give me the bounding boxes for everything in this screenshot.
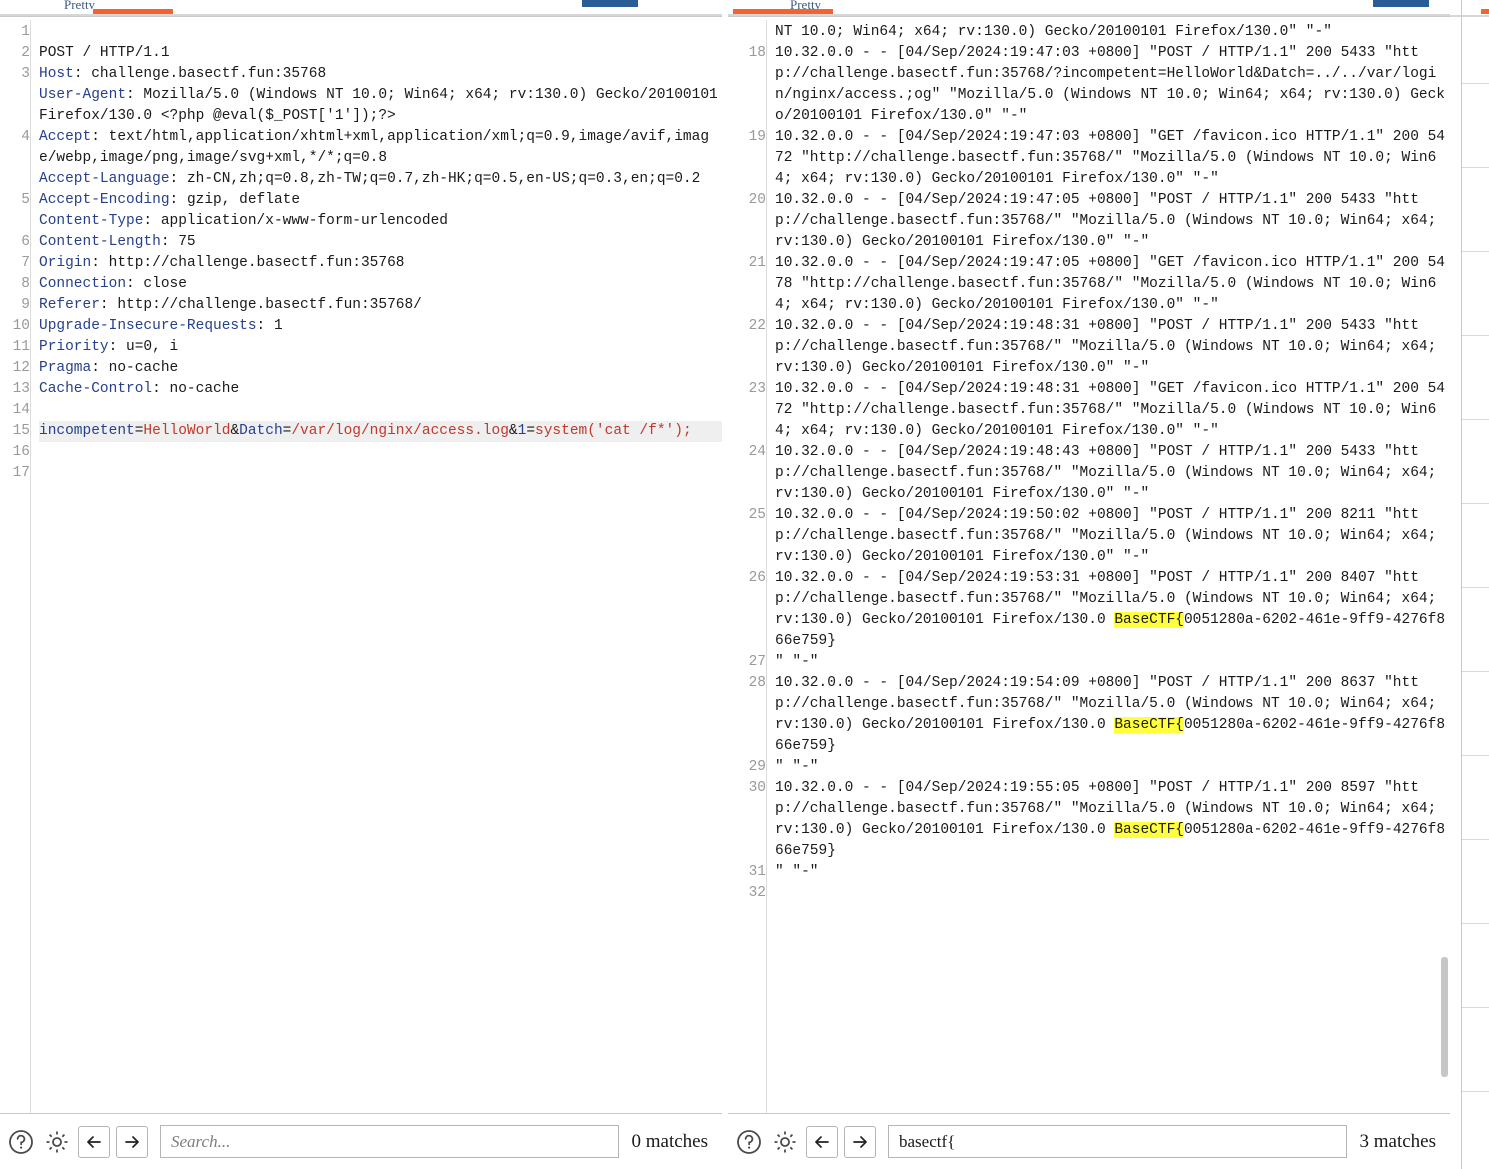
edge-row[interactable]	[1462, 252, 1489, 336]
left-toolbar: 0 matches	[0, 1113, 722, 1169]
req-line-15: Cache-Control: no-cache	[39, 379, 722, 400]
log-line: 10.32.0.0 - - [04/Sep/2024:19:48:43 +080…	[775, 442, 1450, 505]
question-circle-icon[interactable]	[734, 1127, 764, 1157]
left-search-input[interactable]	[169, 1131, 610, 1153]
right-editor[interactable]: 181920212223242526272829303132 NT 10.0; …	[728, 16, 1450, 1113]
req-line-4: Accept: text/html,application/xhtml+xml,…	[39, 127, 722, 169]
right-tab-label-sliver[interactable]: Pretty	[790, 0, 821, 9]
edge-row[interactable]	[1462, 840, 1489, 924]
gear-icon[interactable]	[42, 1127, 72, 1157]
req-line-3: User-Agent: Mozilla/5.0 (Windows NT 10.0…	[39, 85, 722, 127]
log-line: " "-"	[775, 862, 1450, 883]
log-line: NT 10.0; Win64; x64; rv:130.0) Gecko/201…	[775, 22, 1450, 43]
request-panel: Pretty 123 4 5 678910 1112131415 1617 PO…	[0, 0, 722, 1169]
edge-row[interactable]	[1462, 1008, 1489, 1092]
edge-row[interactable]	[1462, 756, 1489, 840]
gear-icon[interactable]	[770, 1127, 800, 1157]
flag-highlight: BaseCTF{	[1114, 612, 1184, 628]
req-line-11: Referer: http://challenge.basectf.fun:35…	[39, 295, 722, 316]
find-next-button[interactable]	[844, 1126, 876, 1158]
edge-row[interactable]	[1462, 420, 1489, 504]
edge-row[interactable]	[1462, 672, 1489, 756]
edge-row[interactable]	[1462, 924, 1489, 1008]
log-line	[775, 883, 1450, 904]
app-root: Pretty 123 4 5 678910 1112131415 1617 PO…	[0, 0, 1489, 1169]
edge-row[interactable]	[1462, 0, 1489, 84]
find-previous-button[interactable]	[806, 1126, 838, 1158]
left-search-box[interactable]	[160, 1125, 619, 1158]
find-previous-button[interactable]	[78, 1126, 110, 1158]
req-line-9: Origin: http://challenge.basectf.fun:357…	[39, 253, 722, 274]
log-line: 10.32.0.0 - - [04/Sep/2024:19:47:03 +080…	[775, 43, 1450, 127]
log-line: 10.32.0.0 - - [04/Sep/2024:19:55:05 +080…	[775, 778, 1450, 862]
log-line: 10.32.0.0 - - [04/Sep/2024:19:53:31 +080…	[775, 568, 1450, 652]
flag-highlight: BaseCTF{	[1114, 717, 1184, 733]
right-line-numbers: 181920212223242526272829303132	[728, 17, 766, 1113]
left-line-numbers: 123 4 5 678910 1112131415 1617	[0, 17, 30, 1113]
log-line: " "-"	[775, 757, 1450, 778]
left-code-content[interactable]: POST / HTTP/1.1Host: challenge.basectf.f…	[31, 17, 722, 1113]
req-body-line: incompetent=HelloWorld&Datch=/var/log/ng…	[39, 421, 722, 442]
log-line: 10.32.0.0 - - [04/Sep/2024:19:48:31 +080…	[775, 316, 1450, 379]
log-line: " "-"	[775, 652, 1450, 673]
right-search-input[interactable]	[897, 1131, 1338, 1153]
edge-row[interactable]	[1462, 168, 1489, 252]
log-line: 10.32.0.0 - - [04/Sep/2024:19:54:09 +080…	[775, 673, 1450, 757]
req-line-7: Content-Type: application/x-www-form-url…	[39, 211, 722, 232]
req-line-2: Host: challenge.basectf.fun:35768	[39, 64, 722, 85]
req-line-1: POST / HTTP/1.1	[39, 43, 722, 64]
req-line-10: Connection: close	[39, 274, 722, 295]
find-next-button[interactable]	[116, 1126, 148, 1158]
right-vertical-scrollbar[interactable]	[1441, 957, 1448, 1077]
log-line: 10.32.0.0 - - [04/Sep/2024:19:48:31 +080…	[775, 379, 1450, 442]
right-match-count: 3 matches	[1359, 1131, 1440, 1153]
right-log-content[interactable]: NT 10.0; Win64; x64; rv:130.0) Gecko/201…	[767, 17, 1450, 1113]
log-panel: Pretty 181920212223242526272829303132 NT…	[728, 0, 1450, 1169]
req-line-14: Pragma: no-cache	[39, 358, 722, 379]
log-line: 10.32.0.0 - - [04/Sep/2024:19:47:05 +080…	[775, 190, 1450, 253]
edge-row[interactable]	[1462, 588, 1489, 672]
req-line-12: Upgrade-Insecure-Requests: 1	[39, 316, 722, 337]
edge-row[interactable]	[1462, 336, 1489, 420]
right-tab-strip: Pretty	[728, 0, 1450, 16]
edge-row-list[interactable]	[1462, 0, 1489, 1169]
req-line-6: Accept-Encoding: gzip, deflate	[39, 190, 722, 211]
adjacent-panel-edge	[1450, 0, 1489, 1169]
right-action-button[interactable]	[1373, 0, 1429, 7]
question-circle-icon[interactable]	[6, 1127, 36, 1157]
left-action-button[interactable]	[582, 0, 638, 7]
edge-row[interactable]	[1462, 504, 1489, 588]
edge-row[interactable]	[1462, 84, 1489, 168]
left-tab-strip: Pretty	[0, 0, 722, 16]
left-tab-label-sliver[interactable]: Pretty	[64, 0, 95, 9]
req-line-8: Content-Length: 75	[39, 232, 722, 253]
log-line: 10.32.0.0 - - [04/Sep/2024:19:47:05 +080…	[775, 253, 1450, 316]
req-line-13: Priority: u=0, i	[39, 337, 722, 358]
flag-highlight: BaseCTF{	[1114, 822, 1184, 838]
log-line: 10.32.0.0 - - [04/Sep/2024:19:50:02 +080…	[775, 505, 1450, 568]
log-line: 10.32.0.0 - - [04/Sep/2024:19:47:03 +080…	[775, 127, 1450, 190]
right-search-box[interactable]	[888, 1125, 1347, 1158]
req-line-5: Accept-Language: zh-CN,zh;q=0.8,zh-TW;q=…	[39, 169, 722, 190]
left-editor[interactable]: 123 4 5 678910 1112131415 1617 POST / HT…	[0, 16, 722, 1113]
edge-row[interactable]	[1462, 1092, 1489, 1169]
req-line-16-blank	[39, 400, 722, 421]
right-toolbar: 3 matches	[728, 1113, 1450, 1169]
left-match-count: 0 matches	[631, 1131, 712, 1153]
